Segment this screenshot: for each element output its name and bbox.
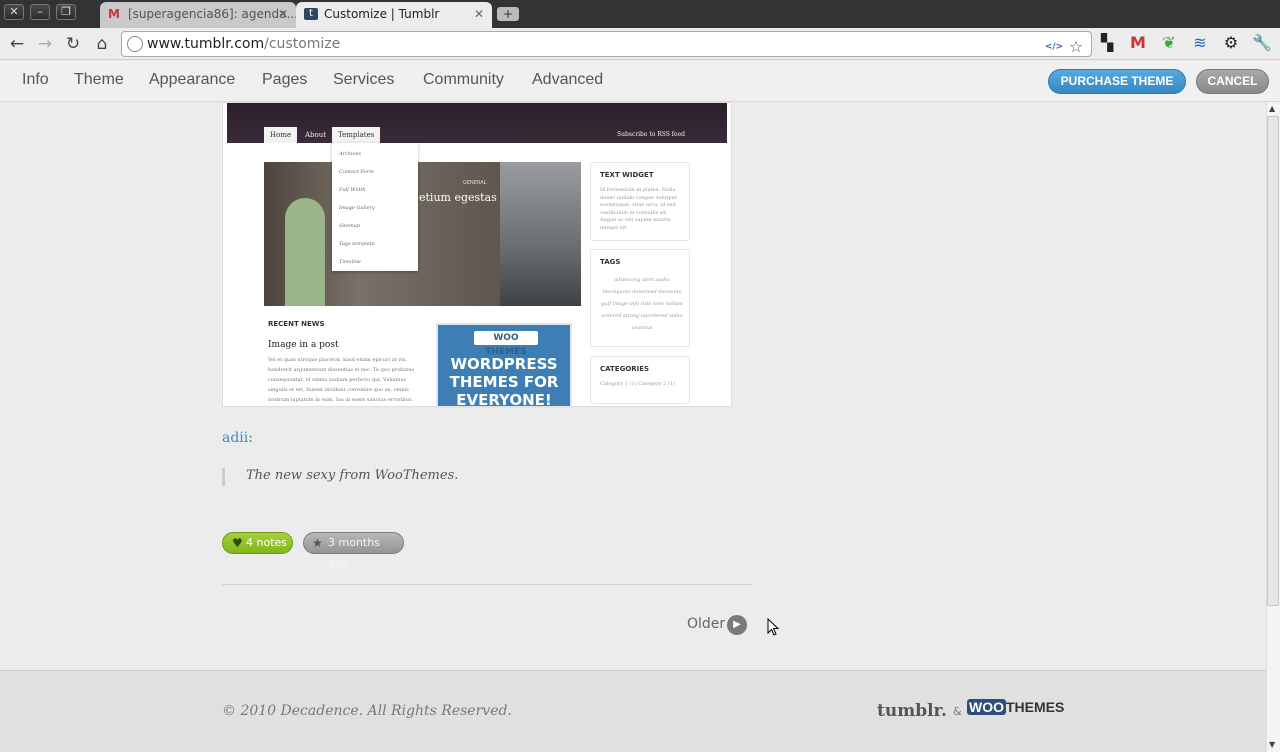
tumblr-logo[interactable]: tumblr.	[877, 701, 947, 721]
menu-community[interactable]: Community	[423, 71, 504, 89]
preview-woo-banner: WOO THEMES WORDPRESS THEMES FOR EVERYONE…	[436, 323, 572, 409]
preview-header: Home About Templates Subscribe to RSS fe…	[227, 103, 727, 143]
forward-icon[interactable]: →	[34, 33, 56, 55]
preview-widget-title: TEXT WIDGET	[600, 171, 654, 179]
address-bar[interactable]: www.tumblr.com/customize </> ☆	[121, 31, 1092, 57]
preview-dropdown-item: Image Gallery	[339, 205, 375, 211]
preview-widget-body: adipiscing alert audio blockquote downlo…	[601, 277, 683, 331]
preview-slider-image-2	[500, 162, 581, 306]
preview-dropdown-item: Timeline	[339, 259, 362, 265]
post-author: adii:	[222, 430, 253, 446]
post-quote: The new sexy from WooThemes.	[222, 468, 742, 486]
preview-dropdown-item: Archives	[339, 151, 361, 157]
woothemes-footer-logo[interactable]: WOO THEMES	[967, 699, 1064, 715]
preview-nav-about: About	[305, 131, 327, 139]
menu-appearance[interactable]: Appearance	[149, 71, 235, 89]
preview-post-title: Image in a post	[268, 340, 339, 350]
delicious-icon[interactable]: ▚	[1097, 33, 1117, 53]
preview-nav-templates: Templates	[332, 127, 381, 143]
preview-recent-news: RECENT NEWS	[268, 320, 325, 328]
menu-services[interactable]: Services	[333, 71, 394, 89]
preview-widget-title: TAGS	[600, 258, 621, 266]
preview-dropdown-item: Sitemap	[339, 223, 360, 229]
menu-advanced[interactable]: Advanced	[532, 71, 603, 89]
close-tab-icon[interactable]: ✕	[474, 2, 484, 26]
back-icon[interactable]: ←	[6, 33, 28, 55]
restore-window-icon[interactable]: ❐	[56, 4, 76, 20]
tab-title: [superagencia86]: agenda...	[128, 7, 296, 21]
preview-slide-title: etium egestas	[419, 191, 497, 204]
divider	[222, 584, 752, 585]
buffer-icon[interactable]: ≋	[1190, 33, 1210, 53]
preview-dropdown-item: Tags template	[339, 241, 375, 247]
close-tab-icon[interactable]: ✕	[278, 2, 288, 26]
scrollbar[interactable]: ▲ ▼	[1266, 102, 1280, 752]
purchase-theme-button[interactable]: PURCHASE THEME	[1048, 69, 1186, 94]
preview-widget-body: Id fermentum in platea. Nulla donec null…	[600, 187, 677, 231]
tab-gmail[interactable]: M [superagencia86]: agenda... ✕	[100, 2, 296, 28]
minimize-window-icon[interactable]: –	[30, 4, 50, 20]
preview-dropdown-item: Full Width	[339, 187, 366, 193]
preview-nav-home: Home	[264, 127, 298, 143]
title-bar: ✕ – ❐ M [superagencia86]: agenda... ✕ t …	[0, 0, 1280, 28]
tumblr-icon: t	[304, 8, 318, 20]
evernote-icon[interactable]: ❦	[1159, 33, 1179, 53]
preview-arch-image	[285, 198, 325, 306]
preview-widget-body: Category 1 (1) Category 2 (1)	[600, 381, 675, 387]
globe-icon	[127, 36, 143, 52]
browser-toolbar: ← → ↻ ⌂ www.tumblr.com/customize </> ☆ ▚…	[0, 28, 1280, 60]
menu-theme[interactable]: Theme	[74, 71, 124, 89]
mouse-cursor-icon	[767, 618, 779, 636]
customize-bar: Info Theme Appearance Pages Services Com…	[0, 61, 1280, 102]
play-arrow-icon[interactable]: ▶	[727, 615, 747, 635]
theme-preview-page: Home About Templates Subscribe to RSS fe…	[0, 102, 1266, 752]
html-validator-icon[interactable]: </>	[1044, 37, 1064, 57]
preview-text-widget: TEXT WIDGET Id fermentum in platea. Null…	[590, 162, 690, 241]
scroll-down-icon[interactable]: ▼	[1269, 740, 1275, 749]
preview-slide-tag: GENERAL	[463, 180, 487, 186]
close-window-icon[interactable]: ✕	[4, 4, 24, 20]
preview-post-excerpt: Vel et quas utroque placerat, kasd etiam…	[268, 357, 415, 403]
heart-icon: ♥	[232, 536, 243, 550]
menu-pages[interactable]: Pages	[262, 71, 307, 89]
settings-gear-icon[interactable]: ⚙	[1221, 33, 1241, 53]
scroll-up-icon[interactable]: ▲	[1269, 104, 1275, 113]
wrench-icon[interactable]: 🔧	[1252, 33, 1272, 53]
reload-icon[interactable]: ↻	[62, 33, 84, 55]
copyright-text: © 2010 Decadence. All Rights Reserved.	[222, 703, 512, 719]
preview-dropdown: Archives Contact Form Full Width Image G…	[332, 143, 418, 271]
scrollbar-thumb[interactable]	[1267, 116, 1279, 606]
url-text: www.tumblr.com/customize	[147, 36, 341, 52]
woothemes-logo: WOO THEMES	[474, 331, 538, 357]
preview-widget-title: CATEGORIES	[600, 365, 650, 373]
author-link[interactable]: adii	[222, 430, 248, 446]
bookmark-star-icon[interactable]: ☆	[1066, 37, 1086, 57]
gmail-extension-icon[interactable]: M	[1128, 33, 1148, 53]
new-tab-button[interactable]: +	[497, 7, 519, 21]
star-icon: ★	[312, 536, 323, 550]
tab-tumblr[interactable]: t Customize | Tumblr ✕	[296, 2, 492, 28]
post-image[interactable]: Home About Templates Subscribe to RSS fe…	[222, 102, 732, 409]
preview-dropdown-item: Contact Form	[339, 169, 374, 175]
gmail-icon: M	[108, 7, 120, 21]
preview-tags-widget: TAGS adipiscing alert audio blockquote d…	[590, 249, 690, 347]
ampersand: &	[953, 705, 962, 718]
footer: © 2010 Decadence. All Rights Reserved. t…	[0, 670, 1266, 752]
tab-title: Customize | Tumblr	[324, 7, 440, 21]
preview-woo-text: WORDPRESS THEMES FOR EVERYONE!	[449, 355, 559, 409]
menu-info[interactable]: Info	[22, 71, 49, 89]
older-link[interactable]: Older	[687, 616, 725, 632]
cancel-button[interactable]: CANCEL	[1196, 69, 1269, 94]
notes-badge[interactable]: ♥ 4 notes	[222, 532, 293, 554]
home-icon[interactable]: ⌂	[91, 33, 113, 55]
preview-rss-link: Subscribe to RSS feed	[617, 131, 685, 138]
timestamp-badge[interactable]: ★ 3 months ago	[303, 532, 404, 569]
preview-categories-widget: CATEGORIES Category 1 (1) Category 2 (1)	[590, 356, 690, 404]
